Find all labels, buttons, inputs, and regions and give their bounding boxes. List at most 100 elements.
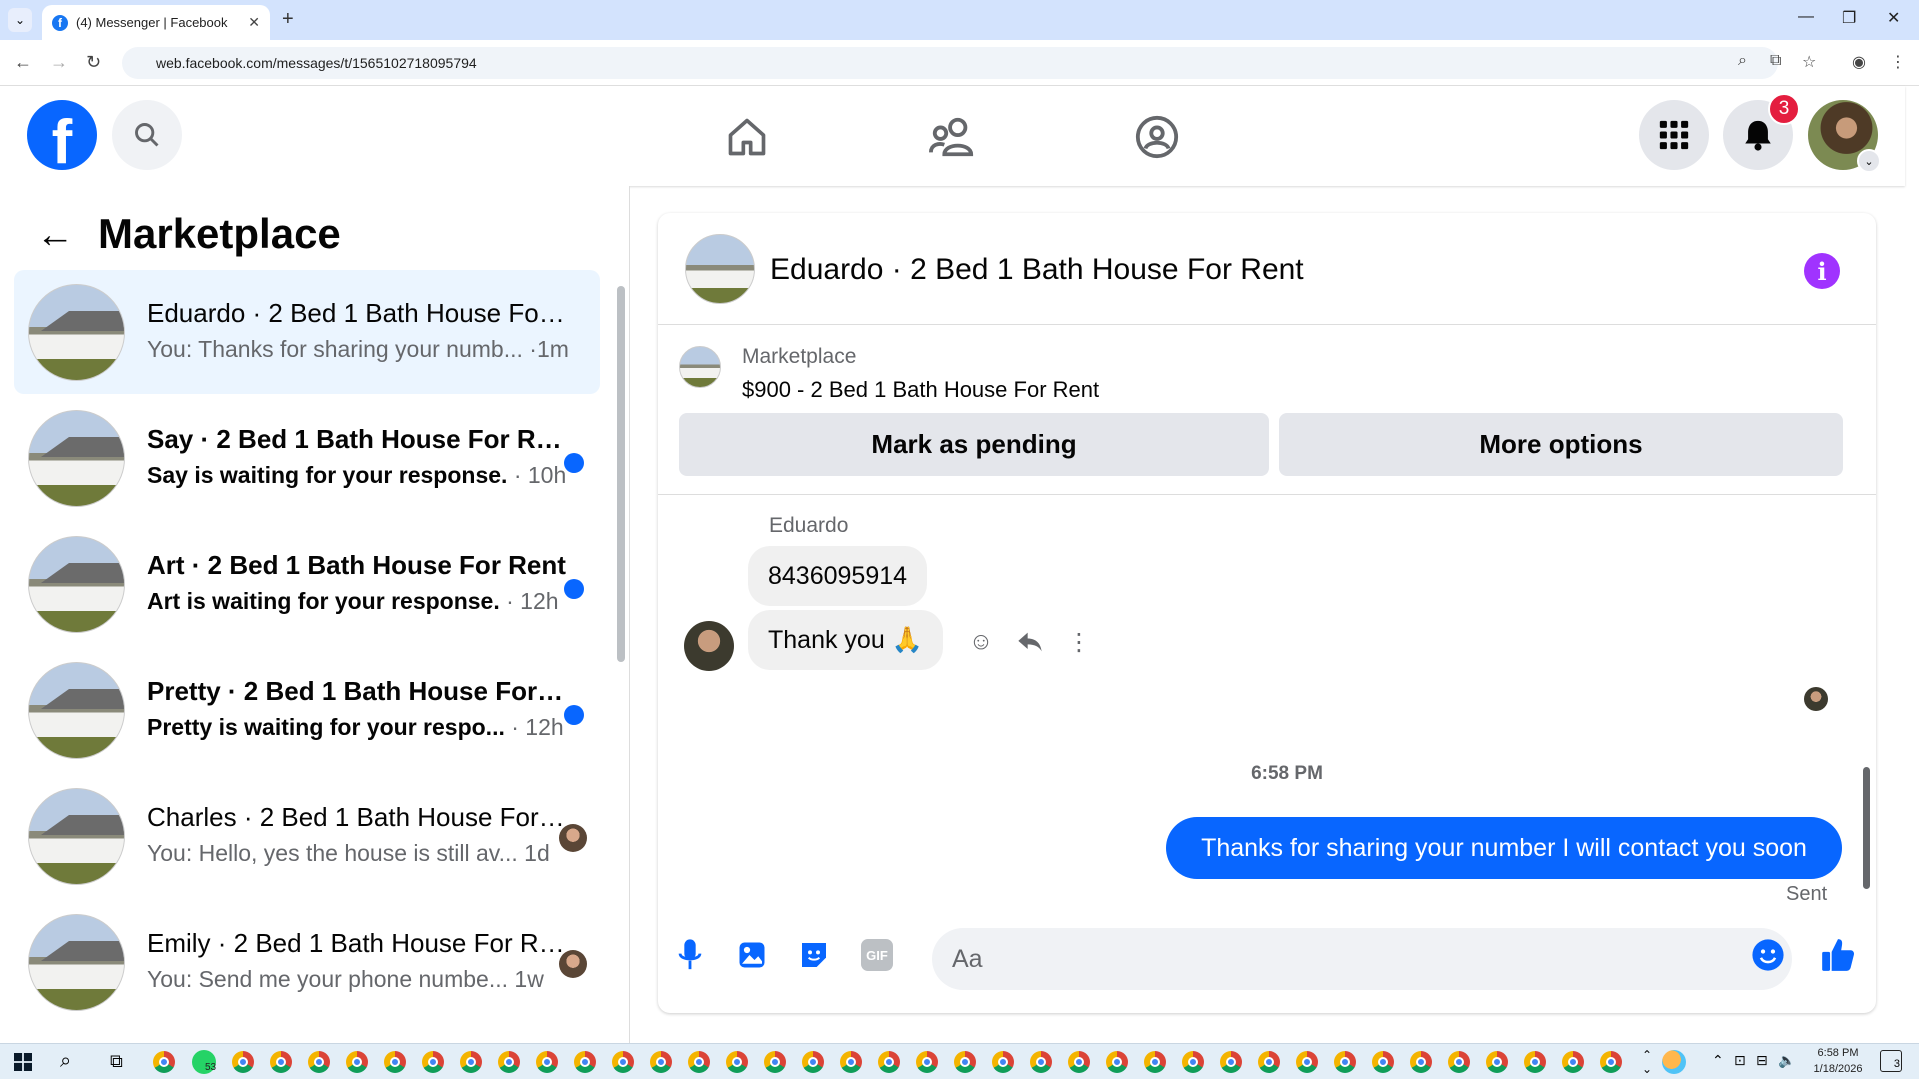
- listing-price-title[interactable]: $900 - 2 Bed 1 Bath House For Rent: [742, 377, 1099, 403]
- outgoing-message[interactable]: Thanks for sharing your number I will co…: [1166, 817, 1842, 879]
- chat-title[interactable]: Eduardo · 2 Bed 1 Bath House For Rent: [770, 253, 1304, 287]
- profile-icon[interactable]: ◉: [1852, 52, 1866, 72]
- chat-scrollbar[interactable]: [1863, 767, 1870, 889]
- taskbar-chrome-icon[interactable]: [1182, 1051, 1204, 1073]
- taskbar-chrome-icon[interactable]: [384, 1051, 406, 1073]
- taskbar-chrome-icon[interactable]: [1524, 1051, 1546, 1073]
- conversation-item[interactable]: Art · 2 Bed 1 Bath House For Rent Art is…: [14, 522, 600, 646]
- taskbar-chrome-icon[interactable]: [1448, 1051, 1470, 1073]
- back-arrow-icon[interactable]: ←: [36, 214, 74, 257]
- friends-icon[interactable]: [927, 112, 977, 162]
- sender-avatar[interactable]: [684, 621, 734, 671]
- tray-expand-icon[interactable]: ⌃: [1712, 1052, 1724, 1069]
- conversation-item[interactable]: Pretty · 2 Bed 1 Bath House For Rent Pre…: [14, 648, 600, 772]
- taskbar-chrome-icon[interactable]: [688, 1051, 710, 1073]
- incoming-message[interactable]: Thank you 🙏: [748, 610, 943, 670]
- conversation-item[interactable]: Emily · 2 Bed 1 Bath House For Rent You:…: [14, 900, 600, 1024]
- conversation-item[interactable]: Say · 2 Bed 1 Bath House For Rent Say is…: [14, 396, 600, 520]
- taskbar-chrome-icon[interactable]: [726, 1051, 748, 1073]
- menu-dots-icon[interactable]: ⋮: [1890, 52, 1906, 72]
- sticker-icon[interactable]: [794, 935, 834, 975]
- taskbar-chrome-icon[interactable]: [1562, 1051, 1584, 1073]
- taskbar-chrome-icon[interactable]: [308, 1051, 330, 1073]
- home-icon[interactable]: [722, 112, 772, 162]
- forward-icon[interactable]: →: [50, 52, 68, 73]
- chat-listing-thumbnail[interactable]: [685, 234, 755, 304]
- taskbar-chrome-icon[interactable]: [536, 1051, 558, 1073]
- tab-search-icon[interactable]: ⌄: [8, 8, 32, 32]
- tab-close-icon[interactable]: ✕: [248, 14, 260, 31]
- reply-icon[interactable]: [1012, 624, 1048, 660]
- taskbar-chrome-icon[interactable]: [1410, 1051, 1432, 1073]
- thumbs-up-icon[interactable]: [1818, 935, 1858, 975]
- taskbar-chrome-icon[interactable]: [1220, 1051, 1242, 1073]
- taskbar-chrome-icon[interactable]: [650, 1051, 672, 1073]
- network-icon[interactable]: ⊟: [1756, 1052, 1768, 1069]
- photo-icon[interactable]: [732, 935, 772, 975]
- url-bar[interactable]: web.facebook.com/messages/t/156510271809…: [122, 47, 1778, 79]
- search-icon[interactable]: [112, 100, 182, 170]
- install-app-icon[interactable]: ⧉: [1770, 52, 1781, 70]
- taskbar-chrome-icon[interactable]: [1106, 1051, 1128, 1073]
- close-window-icon[interactable]: ✕: [1887, 8, 1900, 28]
- conversation-item[interactable]: Charles · 2 Bed 1 Bath House For Rent Yo…: [14, 774, 600, 898]
- taskbar-chrome-icon[interactable]: [802, 1051, 824, 1073]
- taskbar-chrome-icon[interactable]: [612, 1051, 634, 1073]
- new-tab-button[interactable]: +: [282, 8, 294, 31]
- more-actions-icon[interactable]: ⋮: [1061, 624, 1097, 660]
- more-options-button[interactable]: More options: [1279, 413, 1843, 476]
- taskbar-time[interactable]: 6:58 PM: [1806, 1047, 1870, 1059]
- taskbar-chrome-icon[interactable]: [498, 1051, 520, 1073]
- taskbar-chrome-icon[interactable]: [1372, 1051, 1394, 1073]
- taskbar-chrome-icon[interactable]: [1258, 1051, 1280, 1073]
- weather-icon[interactable]: [1662, 1050, 1686, 1074]
- taskbar-chrome-icon[interactable]: [270, 1051, 292, 1073]
- volume-icon[interactable]: 🔈: [1778, 1052, 1795, 1069]
- taskbar-chrome-icon[interactable]: [1144, 1051, 1166, 1073]
- emoji-icon[interactable]: [1748, 935, 1788, 975]
- reload-icon[interactable]: ↻: [86, 52, 101, 73]
- groups-icon[interactable]: [1132, 112, 1182, 162]
- menu-grid-icon[interactable]: [1639, 100, 1709, 170]
- taskbar-chrome-icon[interactable]: [1030, 1051, 1052, 1073]
- facebook-logo-icon[interactable]: f: [27, 100, 97, 170]
- taskbar-chrome-icon[interactable]: [764, 1051, 786, 1073]
- back-icon[interactable]: ←: [14, 52, 32, 73]
- taskbar-chrome-icon[interactable]: [954, 1051, 976, 1073]
- microphone-icon[interactable]: [670, 935, 710, 975]
- incoming-message[interactable]: 8436095914: [748, 546, 928, 606]
- action-center-icon[interactable]: 3: [1880, 1050, 1902, 1072]
- gif-icon[interactable]: GIF: [857, 935, 897, 975]
- taskbar-search-icon[interactable]: ⌕: [60, 1050, 71, 1073]
- taskbar-chrome-icon[interactable]: [460, 1051, 482, 1073]
- taskbar-chrome-icon[interactable]: [1486, 1051, 1508, 1073]
- taskbar-chrome-icon[interactable]: [153, 1051, 175, 1073]
- info-icon[interactable]: i: [1804, 253, 1840, 289]
- tray-device-icon[interactable]: ⊡: [1734, 1052, 1746, 1069]
- task-view-icon[interactable]: ⧉: [110, 1051, 123, 1072]
- taskbar-chrome-icon[interactable]: [1600, 1051, 1622, 1073]
- chevron-down-icon[interactable]: ⌄: [1857, 149, 1881, 173]
- taskbar-chrome-icon[interactable]: [916, 1051, 938, 1073]
- taskbar-chrome-icon[interactable]: [992, 1051, 1014, 1073]
- react-emoji-icon[interactable]: ☺: [963, 624, 999, 660]
- conversation-item[interactable]: Eduardo · 2 Bed 1 Bath House For Rent Yo…: [14, 270, 600, 394]
- browser-tab[interactable]: f (4) Messenger | Facebook ✕: [42, 5, 270, 40]
- zoom-icon[interactable]: ⌕: [1738, 52, 1747, 70]
- restore-icon[interactable]: ❐: [1842, 8, 1856, 28]
- taskbar-chrome-icon[interactable]: [422, 1051, 444, 1073]
- conversation-list-scrollbar[interactable]: [617, 286, 625, 662]
- mark-as-pending-button[interactable]: Mark as pending: [679, 413, 1269, 476]
- windows-start-icon[interactable]: [14, 1053, 32, 1076]
- listing-small-thumbnail[interactable]: [679, 346, 721, 388]
- taskbar-date[interactable]: 1/18/2026: [1806, 1063, 1870, 1075]
- minimize-icon[interactable]: —: [1798, 8, 1814, 26]
- taskbar-chrome-icon[interactable]: [232, 1051, 254, 1073]
- taskbar-chrome-icon[interactable]: [346, 1051, 368, 1073]
- message-input[interactable]: Aa: [932, 928, 1792, 990]
- taskbar-chrome-icon[interactable]: [1334, 1051, 1356, 1073]
- taskbar-chrome-icon[interactable]: [878, 1051, 900, 1073]
- taskbar-overflow-chevron-icon[interactable]: ⌃ ⌄: [1642, 1048, 1652, 1076]
- taskbar-chrome-icon[interactable]: [1296, 1051, 1318, 1073]
- bookmark-star-icon[interactable]: ☆: [1802, 52, 1816, 72]
